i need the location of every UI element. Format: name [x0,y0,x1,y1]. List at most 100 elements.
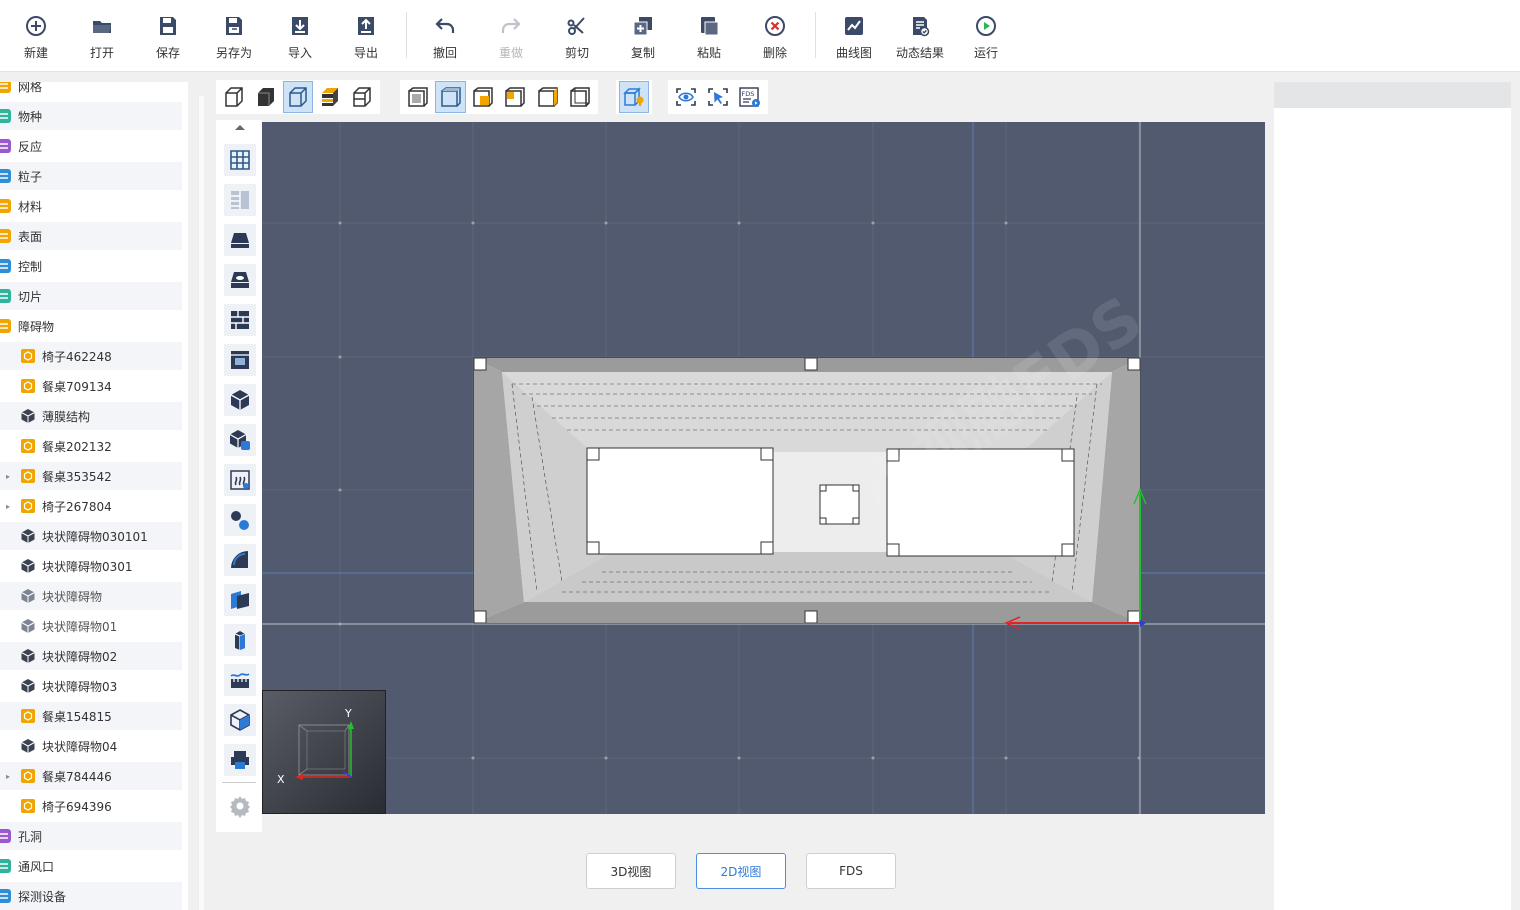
block-icon [20,528,36,544]
tree-item[interactable]: ▸ 餐桌784446 [0,762,182,790]
hole-tool-button[interactable] [224,264,256,296]
tree-item[interactable]: 块状障碍物04 [0,732,182,760]
tree-item[interactable]: 餐桌202132 [0,432,182,460]
smart-view-button[interactable] [619,81,649,113]
open-button[interactable]: 打开 [72,10,132,64]
tree-item[interactable]: 块状障碍物0301 [0,552,182,580]
terrain-tool-button[interactable] [224,664,256,696]
tree-category[interactable]: 控制 [0,252,182,280]
tree-item[interactable]: ▸ 餐桌353542 [0,462,182,490]
tab-3d-view[interactable]: 3D视图 [586,853,676,889]
new-button[interactable]: 新建 [6,10,66,64]
expand-caret-icon[interactable]: ▸ [6,772,10,781]
brick-tool-button[interactable] [224,304,256,336]
save-icon [160,17,176,35]
spray-tool-button[interactable] [224,544,256,576]
expand-caret-icon[interactable]: ▸ [6,472,10,481]
paste-button[interactable]: 粘贴 [679,10,739,64]
window-tool-button[interactable] [224,344,256,376]
view-top-button[interactable] [435,81,466,113]
tree-item[interactable]: 块状障碍物02 [0,642,182,670]
tree-scrollbar[interactable] [198,96,204,910]
table-object-left[interactable] [586,447,774,555]
tree-item[interactable]: 薄膜结构 [0,402,182,430]
outline-view-button[interactable] [282,81,314,113]
tree-item[interactable]: 块状障碍物 [0,582,182,610]
chevron-up-icon [235,125,245,130]
line-chart-button[interactable]: 曲线图 [824,10,884,64]
line-chart-label: 曲线图 [835,46,872,60]
select-mode-button[interactable] [703,81,733,113]
category-icon [0,318,12,334]
save-button[interactable]: 保存 [138,10,198,64]
surface-block-tool-button[interactable] [224,424,256,456]
grid-tool-button[interactable] [224,144,256,176]
view-right-button[interactable] [468,81,498,113]
view-back-button[interactable] [532,81,562,113]
furniture-tool-button[interactable] [224,744,256,776]
layered-view-button[interactable] [315,81,345,113]
heat-source-tool-button[interactable] [224,464,256,496]
tree-item[interactable]: 餐桌154815 [0,702,182,730]
tree-item[interactable]: 块状障碍物030101 [0,522,182,550]
tree-category[interactable]: 材料 [0,192,182,220]
outline-block-tool-button[interactable] [224,704,256,736]
object-tools-column [216,120,262,832]
dynamic-result-button[interactable]: 动态结果 [890,10,950,64]
tree-category[interactable]: 表面 [0,222,182,250]
fds-preview-button[interactable]: FDS [735,81,765,113]
view-left-button[interactable] [500,81,530,113]
tab-2d-view[interactable]: 2D视图 [696,853,786,889]
settings-button[interactable] [224,790,256,822]
block-tool-button[interactable] [224,384,256,416]
half-cube-icon [353,87,371,107]
run-button[interactable]: 运行 [956,10,1016,64]
viewport-2d[interactable]: 小视融FDS [262,122,1265,814]
tab-fds[interactable]: FDS [806,853,896,889]
solid-view-button[interactable] [251,81,281,113]
slope-tool-button[interactable] [224,224,256,256]
import-button[interactable]: 导入 [270,10,330,64]
tree-category[interactable]: 障碍物 [0,312,182,340]
back-view-icon [537,87,558,107]
tree-item[interactable]: 块状障碍物01 [0,612,182,640]
svg-text:FDS: FDS [742,90,755,98]
tree-category[interactable]: 通风口 [0,852,182,880]
view-front-button[interactable] [403,81,433,113]
table-object-right[interactable] [886,448,1075,557]
tree-item-label: 餐桌709134 [42,379,112,394]
room-model[interactable] [473,357,1141,624]
tree-category[interactable]: 物种 [0,102,182,130]
tree-item[interactable]: ▸ 椅子267804 [0,492,182,520]
undo-button[interactable]: 撤回 [415,10,475,64]
save-as-button[interactable]: 另存为 [204,10,264,64]
tree-item[interactable]: 椅子462248 [0,342,182,370]
wireframe-view-button[interactable] [219,81,249,113]
tree-category[interactable]: 孔洞 [0,822,182,850]
furniture-icon [20,768,36,784]
copy-button[interactable]: 复制 [613,10,673,64]
view-bottom-button[interactable] [565,81,595,113]
half-view-button[interactable] [347,81,377,113]
vent-tool-button[interactable] [224,584,256,616]
tree-category[interactable]: 反应 [0,132,182,160]
delete-button[interactable]: 删除 [745,10,805,64]
save-label: 保存 [155,46,180,60]
column-tool-button[interactable] [224,624,256,656]
collapse-tools-button[interactable] [224,120,256,134]
particle-tool-button[interactable] [224,504,256,536]
tree-item[interactable]: 椅子694396 [0,792,182,820]
redo-button[interactable]: 重做 [481,10,541,64]
tree-item[interactable]: 块状障碍物03 [0,672,182,700]
cut-button[interactable]: 剪切 [547,10,607,64]
tree-item[interactable]: 餐桌709134 [0,372,182,400]
show-all-button[interactable] [671,81,701,113]
tree-category[interactable]: 探测设备 [0,882,182,910]
tree-category[interactable]: 网格 [0,82,182,100]
wall-tool-button[interactable] [224,184,256,216]
front-view-icon [408,87,428,107]
tree-category[interactable]: 粒子 [0,162,182,190]
export-button[interactable]: 导出 [336,10,396,64]
expand-caret-icon[interactable]: ▸ [6,502,10,511]
tree-category[interactable]: 切片 [0,282,182,310]
